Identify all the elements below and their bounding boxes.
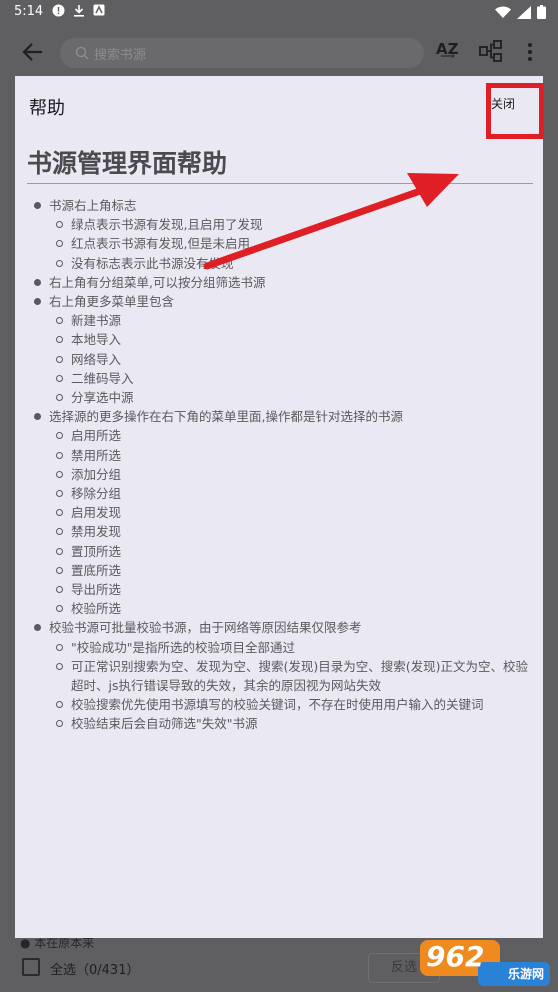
help-section-text: 校验书源可批量校验书源，由于网络等原因结果仅限参考 bbox=[49, 620, 362, 636]
help-subitem: 分享选中源 bbox=[49, 388, 533, 407]
notification-icons bbox=[52, 4, 105, 17]
status-bar: 5:14 bbox=[0, 0, 558, 24]
help-subitem: 可正常识别搜索为空、发现为空、搜索(发现)目录为空、搜索(发现)正文为空、校验超… bbox=[49, 657, 533, 695]
group-filter-icon[interactable] bbox=[478, 38, 504, 64]
help-subitem: 启用发现 bbox=[49, 503, 533, 522]
help-subitem: 移除分组 bbox=[49, 484, 533, 503]
help-subitem: 导出所选 bbox=[49, 580, 533, 599]
help-section: 校验书源可批量校验书源，由于网络等原因结果仅限参考 "校验成功"是指所选的校验项目… bbox=[27, 618, 533, 733]
search-placeholder: 搜索书源 bbox=[94, 48, 147, 63]
status-time: 5:14 bbox=[14, 4, 44, 19]
watermark-text: 乐游网 bbox=[507, 967, 544, 981]
help-subitem: 禁用所选 bbox=[49, 446, 533, 465]
help-subitem: "校验成功"是指所选的校验项目全部通过 bbox=[49, 638, 533, 657]
app-notification-icon bbox=[93, 4, 105, 16]
watermark-number: 962 bbox=[426, 940, 485, 973]
help-subitem: 置底所选 bbox=[49, 561, 533, 580]
search-icon bbox=[75, 46, 89, 60]
battery-icon bbox=[537, 5, 546, 19]
system-icons bbox=[495, 5, 546, 19]
help-subitem: 禁用发现 bbox=[49, 522, 533, 541]
help-section-text: 选择源的更多操作在右下角的菜单里面,操作都是针对选择的书源 bbox=[49, 409, 403, 425]
help-sublist: "校验成功"是指所选的校验项目全部通过 可正常识别搜索为空、发现为空、搜索(发现)… bbox=[49, 638, 533, 734]
signal-icon bbox=[517, 5, 531, 19]
wifi-icon bbox=[495, 6, 511, 18]
select-all-label[interactable]: 全选（0/431） bbox=[50, 959, 139, 978]
help-subitem: 启用所选 bbox=[49, 426, 533, 445]
annotation-arrow-icon bbox=[203, 173, 459, 270]
search-input[interactable]: 搜索书源 bbox=[60, 38, 424, 68]
help-sublist: 启用所选 禁用所选 添加分组 移除分组 启用发现 禁用发现 置顶所选 置底所选 导出所选 校验所选 bbox=[49, 426, 533, 618]
help-subitem: 添加分组 bbox=[49, 465, 533, 484]
back-arrow-icon[interactable] bbox=[20, 39, 46, 65]
select-all-checkbox[interactable] bbox=[22, 958, 40, 976]
help-dialog: 帮助 关闭 书源管理界面帮助 书源右上角标志 绿点表示书源有发现,且启用了发现 红点… bbox=[15, 76, 544, 938]
top-app-bar: 搜索书源 A͢Z bbox=[0, 24, 558, 80]
more-vert-icon[interactable] bbox=[524, 38, 536, 66]
alert-icon bbox=[52, 4, 65, 17]
download-icon bbox=[74, 5, 84, 17]
help-subitem: 置顶所选 bbox=[49, 542, 533, 561]
help-subitem: 校验搜索优先使用书源填写的校验关键词，不存在时使用用户输入的关键词 bbox=[49, 695, 533, 714]
help-subitem: 校验所选 bbox=[49, 599, 533, 618]
help-section: 选择源的更多操作在右下角的菜单里面,操作都是针对选择的书源 启用所选 禁用所选 添加分… bbox=[27, 407, 533, 618]
sort-icon[interactable]: A͢Z bbox=[436, 40, 459, 58]
site-watermark: 962 乐游网 bbox=[418, 936, 552, 988]
help-subitem: 校验结束后会自动筛选"失效"书源 bbox=[49, 714, 533, 733]
